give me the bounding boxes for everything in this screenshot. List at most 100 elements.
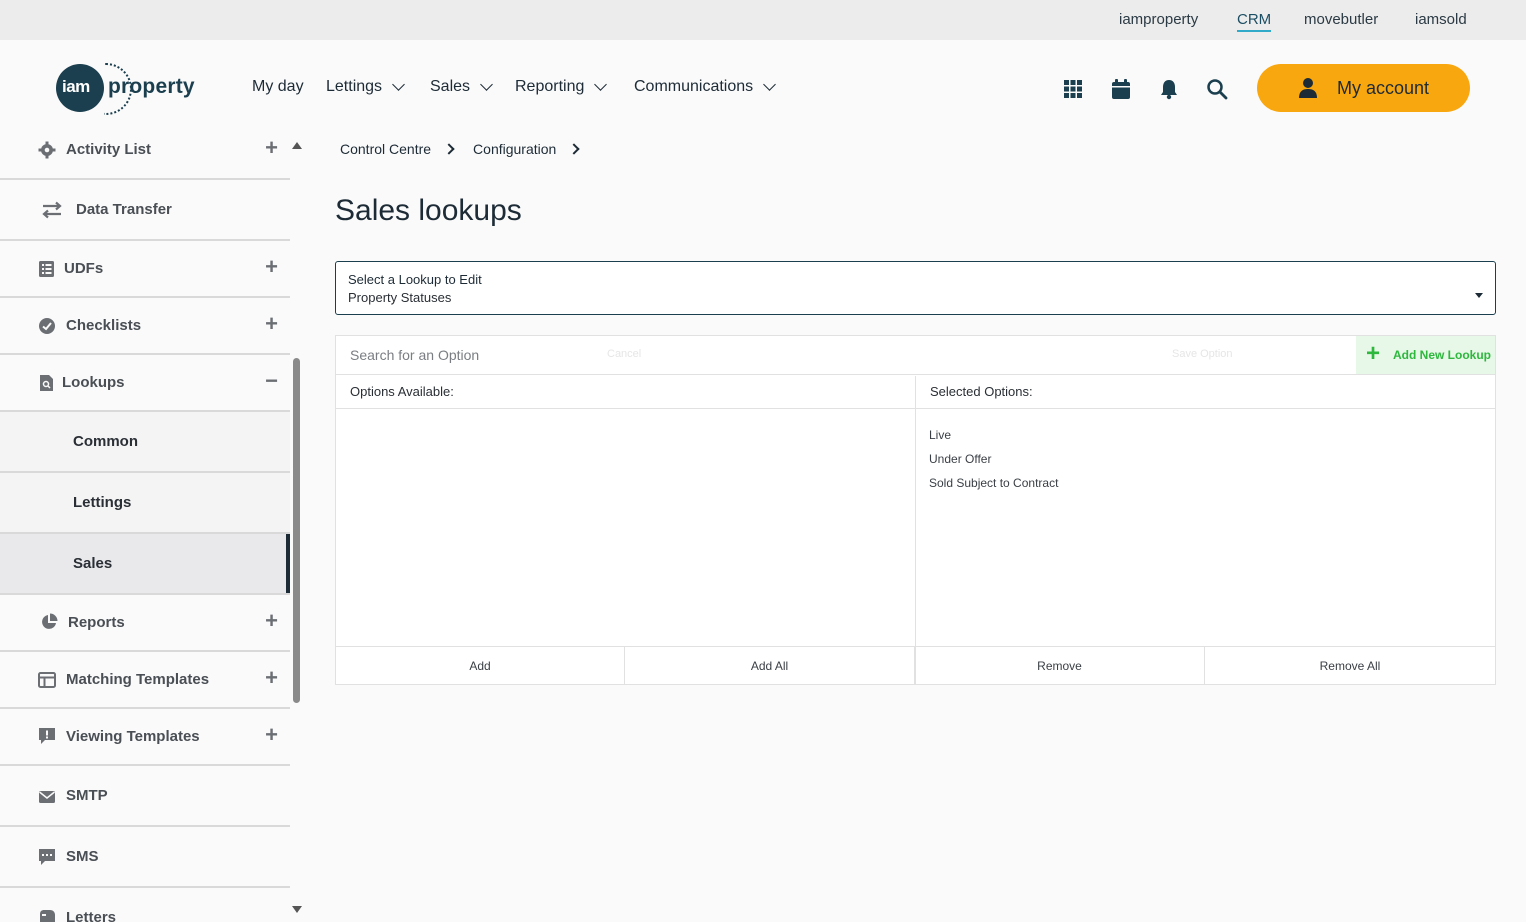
chevron-down-icon <box>480 78 493 91</box>
chevron-right-icon <box>443 143 455 155</box>
save-option-button[interactable]: Save Option <box>1172 348 1233 360</box>
selected-option-item[interactable]: Sold Subject to Contract <box>929 476 1058 490</box>
chevron-down-icon <box>392 78 405 91</box>
sidebar-item-label: UDFs <box>64 260 104 277</box>
envelope-icon <box>39 791 55 803</box>
nav-lettings[interactable]: Lettings <box>326 78 405 96</box>
remove-button[interactable]: Remove <box>915 647 1205 685</box>
nav-reporting-label: Reporting <box>515 78 585 95</box>
sidebar-item-activity-list[interactable]: Activity List + <box>0 136 290 180</box>
sidebar-item-sms[interactable]: SMS <box>0 827 290 888</box>
options-available-list[interactable] <box>336 409 915 646</box>
scroll-thumb[interactable] <box>293 358 300 703</box>
add-new-lookup-label: Add New Lookup <box>1393 348 1491 362</box>
plus-icon[interactable]: + <box>265 608 278 634</box>
breadcrumb: Control Centre Configuration <box>340 141 598 157</box>
plus-icon[interactable]: + <box>265 722 278 748</box>
sidebar-item-label: Viewing Templates <box>66 728 200 745</box>
sidebar-item-label: Activity List <box>66 141 152 158</box>
iamproperty-logo[interactable]: iam property <box>56 63 206 115</box>
sidebar-item-matching-templates[interactable]: Matching Templates + <box>0 652 290 709</box>
selected-option-item[interactable]: Under Offer <box>929 452 991 466</box>
options-available-header: Options Available: <box>336 376 915 409</box>
list-icon <box>39 261 54 277</box>
chevron-down-icon <box>594 78 608 91</box>
sidebar-item-label: Data Transfer <box>76 201 172 218</box>
template-icon <box>38 672 56 688</box>
logo-iam-text: iam <box>62 77 90 96</box>
sidebar-item-reports[interactable]: Reports + <box>0 595 290 652</box>
nav-reporting[interactable]: Reporting <box>515 78 608 96</box>
sidebar-item-label: Reports <box>68 614 125 631</box>
options-panel: Cancel Save Option + Add New Lookup Opti… <box>335 335 1496 685</box>
sidebar-item-lettings[interactable]: Lettings <box>0 473 290 534</box>
sidebar-item-udfs[interactable]: UDFs + <box>0 241 290 298</box>
sidebar-item-label: Lettings <box>73 494 132 511</box>
sidebar: Activity List + Data Transfer UDFs + Che… <box>0 136 290 922</box>
sidebar-item-smtp[interactable]: SMTP <box>0 766 290 827</box>
search-row: Cancel Save Option + Add New Lookup <box>336 336 1495 375</box>
scroll-down-arrow-icon[interactable] <box>292 906 302 913</box>
transfer-arrows-icon <box>42 201 62 219</box>
my-account-label: My account <box>1337 78 1430 98</box>
add-new-lookup-button[interactable]: + Add New Lookup <box>1356 336 1495 374</box>
sidebar-item-label: Common <box>73 433 138 450</box>
nav-my-day[interactable]: My day <box>252 78 304 96</box>
breadcrumb-configuration[interactable]: Configuration <box>473 141 556 157</box>
plus-icon[interactable]: + <box>265 311 278 337</box>
toplink-iamsold[interactable]: iamsold <box>1415 11 1467 28</box>
selected-option-item[interactable]: Live <box>929 428 951 442</box>
page-title: Sales lookups <box>335 194 522 227</box>
minus-icon[interactable]: − <box>265 368 278 394</box>
plus-icon[interactable]: + <box>265 254 278 280</box>
sidebar-item-letters[interactable]: Letters <box>0 888 290 922</box>
caret-down-icon <box>1475 293 1483 298</box>
nav-sales-label: Sales <box>430 78 471 95</box>
remove-all-button[interactable]: Remove All <box>1205 647 1495 685</box>
plus-icon: + <box>1366 340 1381 367</box>
breadcrumb-control-centre[interactable]: Control Centre <box>340 141 431 157</box>
add-all-button[interactable]: Add All <box>625 647 915 685</box>
nav-sales[interactable]: Sales <box>430 78 493 96</box>
nav-lettings-label: Lettings <box>326 78 383 95</box>
sidebar-item-label: Matching Templates <box>66 671 210 688</box>
lookup-select-value: Property Statuses <box>348 290 452 305</box>
pie-chart-icon <box>42 613 58 629</box>
top-strip: iamproperty CRM movebutler iamsold <box>0 0 1526 40</box>
scroll-up-arrow-icon[interactable] <box>292 142 302 149</box>
gear-icon <box>38 141 56 159</box>
mailbox-icon <box>40 910 55 922</box>
my-account-button[interactable]: My account <box>1257 64 1470 112</box>
sidebar-item-checklists[interactable]: Checklists + <box>0 298 290 355</box>
plus-icon[interactable]: + <box>265 665 278 691</box>
nav-communications[interactable]: Communications <box>634 78 777 96</box>
chevron-right-icon <box>568 143 580 155</box>
sidebar-item-data-transfer[interactable]: Data Transfer <box>0 180 290 241</box>
lookup-select[interactable]: Select a Lookup to Edit Property Statuse… <box>335 261 1496 315</box>
sidebar-item-common[interactable]: Common <box>0 412 290 473</box>
sidebar-item-label: Lookups <box>62 374 125 391</box>
nav-communications-label: Communications <box>634 78 754 95</box>
nav-my-day-label: My day <box>252 78 304 95</box>
search-icon[interactable] <box>1206 78 1228 100</box>
chevron-down-icon <box>763 78 777 91</box>
sidebar-item-lookups[interactable]: Lookups − <box>0 355 290 412</box>
plus-icon[interactable]: + <box>265 136 278 161</box>
sidebar-scrollbar[interactable] <box>291 136 303 922</box>
toplink-crm[interactable]: CRM <box>1237 11 1272 32</box>
sidebar-item-viewing-templates[interactable]: Viewing Templates + <box>0 709 290 766</box>
comment-alert-icon <box>39 728 55 744</box>
main-header: iam property My day Lettings Sales Repor… <box>0 40 1526 136</box>
calendar-icon[interactable] <box>1110 78 1132 100</box>
bell-icon[interactable] <box>1158 78 1180 100</box>
toplink-iamproperty[interactable]: iamproperty <box>1119 11 1198 28</box>
add-button[interactable]: Add <box>336 647 625 685</box>
apps-grid-icon[interactable] <box>1062 78 1084 100</box>
lookup-document-icon <box>40 375 53 391</box>
selected-options-list[interactable] <box>916 409 1495 646</box>
cancel-button[interactable]: Cancel <box>607 348 641 360</box>
sidebar-item-sales[interactable]: Sales <box>0 534 290 595</box>
logo-property-text: property <box>108 75 195 98</box>
toplink-movebutler[interactable]: movebutler <box>1304 11 1378 28</box>
sidebar-item-label: Checklists <box>66 317 142 334</box>
